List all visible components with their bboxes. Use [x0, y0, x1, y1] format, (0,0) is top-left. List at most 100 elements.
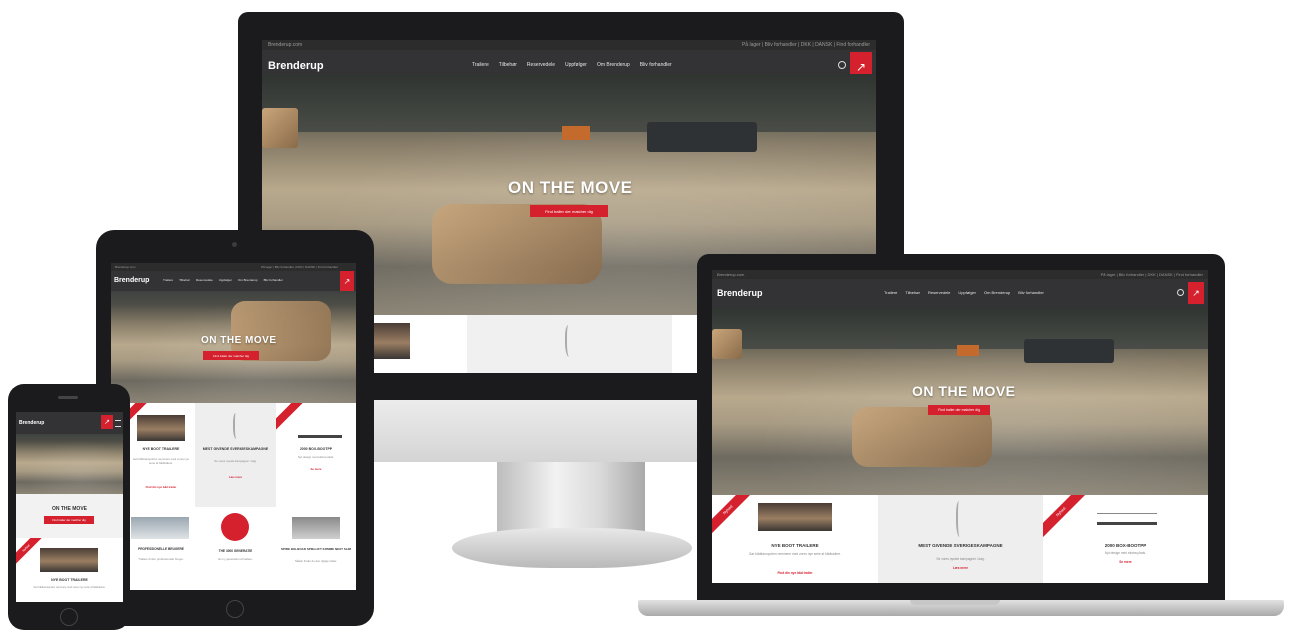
tile-title: MEST GIVENDE SVERIGESKAMPAGNE	[202, 447, 269, 451]
tile-title: MEST GIVENDE SVERIGESKAMPAGNE	[918, 543, 1003, 548]
tile-text: Se vores nyeste kampagner i dag.	[936, 557, 985, 561]
brand-logo[interactable]: Brenderup	[717, 288, 763, 298]
tile-text: Gør bådtransporten nemmere med vores nye…	[33, 586, 106, 589]
phone-navbar: Brenderup ↗	[16, 412, 123, 434]
tablet-tile-1[interactable]: NYE BOOT TRAILERE Gør bådtransporten nem…	[127, 403, 195, 507]
hero-truck-image	[1024, 339, 1114, 363]
cart-icon[interactable]: ↗	[1188, 282, 1204, 304]
tablet-tile-5[interactable]: THE 3000 GENERATIE En ny generation af t…	[195, 507, 276, 590]
tile-text: Se vores nyeste kampagner i dag.	[214, 459, 257, 463]
nav-item-tilbehor[interactable]: Tilbehør	[905, 290, 920, 295]
tile-image	[137, 415, 185, 441]
tile-image	[372, 323, 410, 359]
tile-link[interactable]: Find din nye båd trailer	[127, 485, 195, 489]
nav-item-tilbehor[interactable]: Tilbehør	[499, 62, 517, 68]
tile-link[interactable]: Læs mere	[878, 566, 1043, 570]
hero-title: ON THE MOVE	[912, 383, 1016, 399]
desktop-nav: Trailere Tilbehør Reservedele Uppfølger …	[472, 62, 672, 68]
topbar-left-text: Brenderup.com	[268, 42, 303, 48]
nav-item-uppfolger[interactable]: Uppfølger	[219, 278, 232, 282]
nav-item-uppfolger[interactable]: Uppfølger	[565, 62, 587, 68]
topbar-left-text: Brenderup.com	[717, 272, 745, 277]
nav-item-om-brenderup[interactable]: Om Brenderup	[597, 62, 630, 68]
laptop-topbar: Brenderup.com På lager | Bliv forhandler…	[712, 270, 1208, 279]
nav-item-trailere[interactable]: Trailere	[472, 62, 489, 68]
hero-blocks-image	[262, 108, 298, 148]
tile-title: NYE BOOT TRAILERE	[771, 543, 819, 548]
tile-image	[40, 548, 98, 572]
laptop-notch	[910, 600, 1000, 605]
trailer-image	[1097, 513, 1157, 525]
tile-title: 2000 BOX-BOOTPP	[299, 447, 333, 451]
nav-item-trailere[interactable]: Trailere	[884, 290, 897, 295]
nav-item-tilbehor[interactable]: Tilbehør	[179, 278, 190, 282]
tile-image	[131, 517, 189, 539]
monitor-stand-base	[452, 528, 692, 568]
laptop-tile-3[interactable]: Nyhed 2000 BOX-BOOTPP Nyt design med eks…	[1043, 495, 1208, 583]
laptop-screen: Brenderup.com På lager | Bliv forhandler…	[712, 270, 1208, 583]
cart-icon[interactable]: ↗	[340, 271, 354, 291]
tablet-screen: Brenderup.com På lager | Bliv forhandler…	[111, 263, 356, 590]
phone-hero-caption: ON THE MOVE Find trailer der matcher dig	[16, 494, 123, 538]
tile-image	[758, 503, 832, 531]
phone-home-button[interactable]	[60, 608, 78, 626]
laptop-tile-2[interactable]: MEST GIVENDE SVERIGESKAMPAGNE Se vores n…	[878, 495, 1043, 583]
tile-link[interactable]: Find din nye båd trailer	[712, 571, 878, 575]
topbar-right-text[interactable]: På lager | Bliv forhandler | DKK | DANSK…	[742, 40, 870, 50]
tablet-navbar: Brenderup Trailere Tilbehør Reservedele …	[111, 271, 356, 291]
tile-text: Gør bådtransporten nemmere med vores nye…	[748, 552, 842, 556]
desktop-tile-2[interactable]	[467, 315, 672, 373]
brand-logo[interactable]: Brenderup	[19, 420, 44, 426]
cart-icon[interactable]: ↗	[101, 415, 113, 429]
nav-item-om-brenderup[interactable]: Om Brenderup	[238, 278, 258, 282]
tablet-nav: Trailere Tilbehør Reservedele Uppfølger …	[163, 278, 283, 282]
phone-screen: Brenderup ↗ ON THE MOVE Find trailer der…	[16, 412, 123, 602]
laptop-tile-1[interactable]: Nyhed NYE BOOT TRAILERE Gør bådtransport…	[712, 495, 878, 583]
hero-cta-button[interactable]: Find trailer der matcher dig	[203, 351, 259, 360]
nav-item-uppfolger[interactable]: Uppfølger	[958, 290, 976, 295]
nav-item-trailere[interactable]: Trailere	[163, 278, 173, 282]
tile-link[interactable]: Læs mere	[195, 475, 276, 479]
tile-title: 2000 BOX-BOOTPP	[1104, 543, 1147, 548]
tablet-tile-3[interactable]: 2000 BOX-BOOTPP Nyt design med ekstra pl…	[276, 403, 356, 507]
nav-item-reservedele[interactable]: Reservedele	[928, 290, 950, 295]
tablet-topbar: Brenderup.com På lager | Bliv forhandler…	[111, 263, 356, 271]
brand-logo[interactable]: Brenderup	[268, 60, 324, 72]
tablet-tile-2[interactable]: MEST GIVENDE SVERIGESKAMPAGNE Se vores n…	[195, 403, 276, 507]
nav-item-bliv-forhandler[interactable]: Bliv forhandler	[1018, 290, 1044, 295]
tablet-home-button[interactable]	[226, 600, 244, 618]
brand-logo[interactable]: Brenderup	[114, 277, 149, 284]
phone-tile-1[interactable]: Nyhed NYE BOOT TRAILERE Gør bådtransport…	[16, 538, 123, 602]
hero-cliff-image	[712, 307, 1208, 349]
menu-icon[interactable]	[115, 420, 121, 427]
tile-ribbon: Nyhed	[1043, 495, 1088, 539]
hero-cta-button[interactable]: Find trailer der matcher dig	[928, 405, 990, 415]
topbar-left-text: Brenderup.com	[115, 265, 136, 269]
laptop-nav: Trailere Tilbehør Reservedele Uppfølger …	[884, 290, 1044, 295]
nav-item-bliv-forhandler[interactable]: Bliv forhandler	[640, 62, 672, 68]
tablet-tile-6[interactable]: SPIRE BIG-BOAD SPIELLIFT KOMME NEXT SLIM…	[276, 507, 356, 590]
nav-item-bliv-forhandler[interactable]: Bliv forhandler	[264, 278, 283, 282]
tile-text: En ny generation af trailere.	[218, 557, 253, 561]
tile-text: Nyt design med ekstra plads.	[1104, 551, 1147, 555]
desktop-topbar: Brenderup.com På lager | Bliv forhandler…	[262, 40, 876, 50]
search-icon[interactable]	[1177, 289, 1184, 296]
hero-trailer-image	[562, 126, 590, 140]
laptop-navbar: Brenderup Trailere Tilbehør Reservedele …	[712, 279, 1208, 307]
tile-title: NYE BOOT TRAILERE	[142, 447, 180, 451]
trailer-image	[298, 425, 342, 438]
hero-title: ON THE MOVE	[508, 178, 633, 197]
tile-ribbon: Nyhed	[712, 495, 753, 535]
hero-cta-button[interactable]: Find trailer der matcher dig	[530, 205, 608, 217]
topbar-right-text[interactable]: På lager | Bliv forhandler | DKK | DANSK…	[261, 263, 338, 271]
nav-item-om-brenderup[interactable]: Om Brenderup	[984, 290, 1010, 295]
tile-link[interactable]: Se mere	[1043, 560, 1208, 564]
tile-link[interactable]: Se mere	[276, 467, 356, 471]
tablet-tile-4[interactable]: PROFESSIONELLE BRUGERE Trailere til den …	[127, 507, 195, 590]
topbar-right-text[interactable]: På lager | Bliv forhandler | DKK | DANSK…	[1101, 270, 1203, 279]
search-icon[interactable]	[838, 61, 846, 69]
nav-item-reservedele[interactable]: Reservedele	[196, 278, 213, 282]
hero-cta-button[interactable]: Find trailer der matcher dig	[44, 516, 94, 524]
tablet-camera	[232, 242, 237, 247]
nav-item-reservedele[interactable]: Reservedele	[527, 62, 555, 68]
